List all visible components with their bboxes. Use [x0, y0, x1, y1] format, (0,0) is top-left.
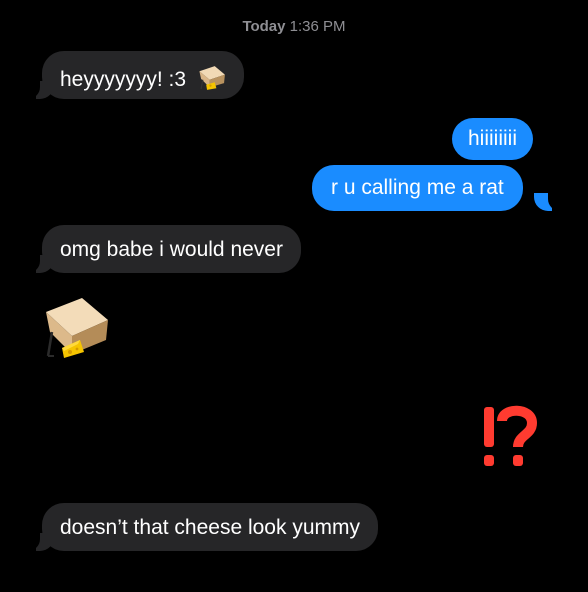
message-text: omg babe i would never: [60, 238, 283, 261]
message-text: heyyyyyyy! :3: [60, 68, 187, 91]
exclamation-question-icon[interactable]: [478, 403, 538, 473]
message-text: r u calling me a rat: [331, 176, 504, 199]
timestamp-day: Today: [242, 18, 286, 35]
mousetrap-icon[interactable]: [42, 294, 114, 360]
incoming-message-bubble[interactable]: omg babe i would never: [42, 225, 301, 273]
bubble-tail: [26, 533, 54, 551]
mousetrap-icon: [199, 66, 225, 90]
outgoing-message-bubble[interactable]: hiiiiiiii: [452, 118, 534, 160]
timestamp-time: 1:36 PM: [289, 18, 346, 35]
message-timestamp: Today 1:36 PM: [0, 18, 588, 35]
incoming-message-bubble[interactable]: doesn’t that cheese look yummy: [42, 503, 378, 551]
bubble-tail: [534, 193, 562, 211]
outgoing-message-bubble[interactable]: r u calling me a rat: [312, 165, 523, 211]
message-text: hiiiiiiii: [468, 127, 518, 150]
incoming-message-bubble[interactable]: heyyyyyyy! :3: [42, 51, 244, 99]
bubble-tail: [26, 81, 54, 99]
bubble-tail: [26, 255, 54, 273]
message-text: doesn’t that cheese look yummy: [60, 516, 360, 539]
